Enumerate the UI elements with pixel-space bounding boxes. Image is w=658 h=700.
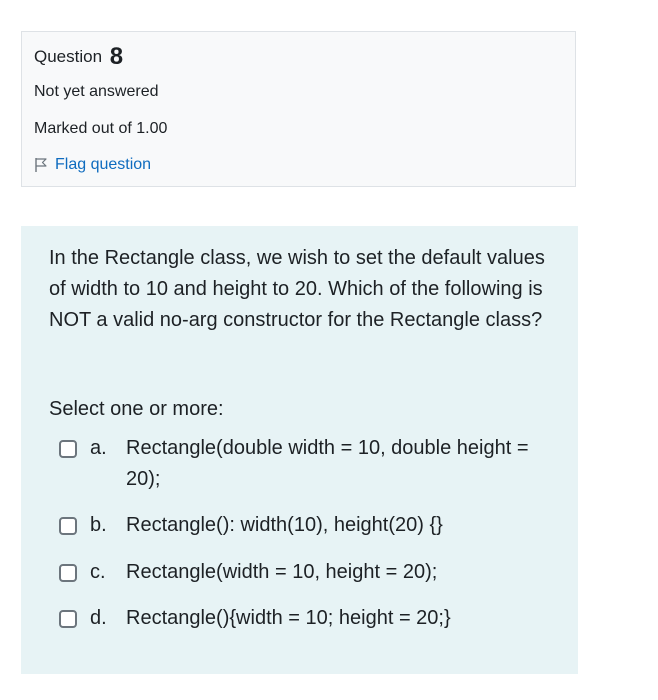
flag-icon [35,158,47,172]
question-number-heading: Question 8 [34,43,123,71]
option-text-a: Rectangle(double width = 10, double heig… [126,437,529,490]
question-info-panel: Question 8 Not yet answered Marked out o… [21,31,576,187]
flag-question-label: Flag question [55,156,152,173]
checkbox-c[interactable] [59,564,77,582]
checkbox-d[interactable] [59,610,77,628]
question-text: In the Rectangle class, we wish to set t… [49,247,545,331]
question-grade: Marked out of 1.00 [34,120,168,137]
answer-option-a[interactable]: a. Rectangle(double width = 10, double h… [59,433,546,495]
answer-prompt: Select one or more: [49,398,224,420]
answer-option-d[interactable]: d. Rectangle(){width = 10; height = 20;} [59,603,546,634]
option-letter-c: c. [90,561,106,583]
checkbox-a[interactable] [59,440,77,458]
question-prefix: Question [34,47,103,66]
answer-option-b[interactable]: b. Rectangle(): width(10), height(20) {} [59,510,546,541]
option-letter-d: d. [90,607,107,629]
option-letter-a: a. [90,437,107,459]
answer-option-c[interactable]: c. Rectangle(width = 10, height = 20); [59,557,546,588]
question-number: 8 [109,43,124,70]
checkbox-b[interactable] [59,517,77,535]
flag-question-link[interactable]: Flag question [34,156,151,174]
question-state: Not yet answered [34,83,159,100]
option-text-c: Rectangle(width = 10, height = 20); [126,561,438,583]
option-text-d: Rectangle(){width = 10; height = 20;} [126,607,451,629]
question-content: In the Rectangle class, we wish to set t… [21,226,578,674]
option-text-b: Rectangle(): width(10), height(20) {} [126,514,443,536]
option-letter-b: b. [90,514,107,536]
